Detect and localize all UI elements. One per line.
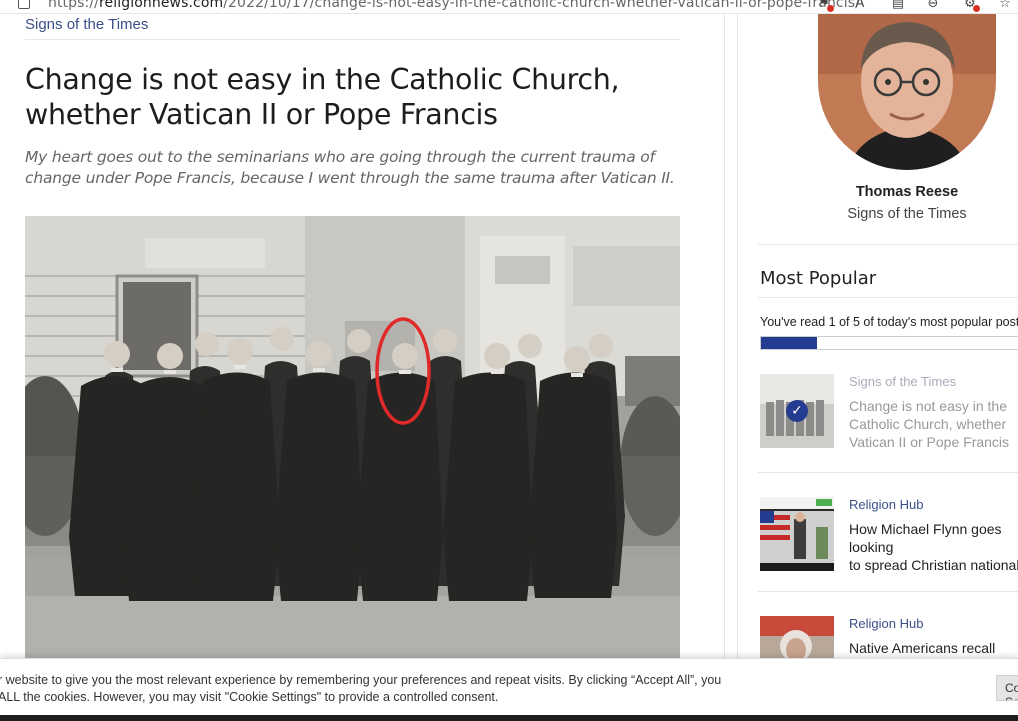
divider — [25, 39, 680, 40]
author-column[interactable]: Signs of the Times — [738, 206, 1018, 222]
cookie-banner-text: r website to give you the most relevant … — [0, 673, 722, 704]
page-info-icon[interactable] — [18, 0, 30, 9]
popular-item-headline[interactable]: How Michael Flynn goes looking to spread… — [849, 520, 1018, 574]
divider — [758, 472, 1018, 473]
zoom-icon[interactable]: ⊖ — [925, 0, 941, 12]
read-count-text: You've read 1 of 5 of today's most popul… — [760, 315, 1018, 329]
read-check-icon: ✓ — [786, 400, 808, 422]
popular-item[interactable]: Religion Hub How Michael Flynn goes look… — [760, 497, 1018, 577]
column-divider — [724, 14, 725, 721]
cookie-banner: r website to give you the most relevant … — [0, 658, 1018, 721]
author-avatar[interactable] — [818, 14, 996, 170]
popular-item-thumbnail[interactable]: ✓ — [760, 374, 834, 448]
ad-block-icon[interactable]: ⚑ — [816, 0, 834, 12]
read-progress-bar — [760, 336, 1018, 350]
popular-item-thumbnail[interactable] — [760, 497, 834, 571]
url-path: /2022/10/17/change-is-not-easy-in-the-ca… — [223, 0, 860, 11]
most-popular-heading: Most Popular — [760, 268, 877, 289]
read-aloud-icon[interactable]: A — [852, 0, 868, 12]
popular-item-category[interactable]: Signs of the Times — [849, 374, 956, 389]
author-name[interactable]: Thomas Reese — [738, 184, 1018, 200]
popular-item-headline[interactable]: Native Americans recall — [849, 639, 1018, 657]
popular-item-category[interactable]: Religion Hub — [849, 497, 923, 512]
browser-toolbar: https://religionnews.com/2022/10/17/chan… — [0, 0, 1018, 14]
address-bar[interactable]: https://religionnews.com/2022/10/17/chan… — [48, 0, 860, 11]
divider — [758, 297, 1018, 298]
divider — [758, 591, 1018, 592]
sidebar: Thomas Reese Signs of the Times Most Pop… — [738, 14, 1018, 721]
article-title: Change is not easy in the Catholic Churc… — [25, 63, 620, 131]
favorites-icon[interactable]: ☆ — [997, 0, 1013, 12]
taskbar-edge — [0, 715, 1018, 721]
article-subtitle: My heart goes out to the seminarians who… — [25, 148, 675, 187]
url-host: religionnews.com — [98, 0, 224, 11]
article-photo — [25, 216, 680, 666]
popular-item-category[interactable]: Religion Hub — [849, 616, 923, 631]
popular-item[interactable]: ✓ Signs of the Times Change is not easy … — [760, 374, 1018, 454]
divider — [758, 244, 1018, 245]
url-scheme: https:// — [48, 0, 99, 11]
cookie-settings-button[interactable]: Cookie Settings — [996, 675, 1018, 701]
article-category[interactable]: Signs of the Times — [25, 16, 148, 33]
extension-icon[interactable]: ⚙ — [962, 0, 980, 12]
read-progress-fill — [761, 337, 817, 349]
reader-view-icon[interactable]: ▤ — [890, 0, 906, 12]
popular-item-headline[interactable]: Change is not easy in the Catholic Churc… — [849, 397, 1018, 451]
article-main: Signs of the Times Change is not easy in… — [0, 14, 724, 721]
